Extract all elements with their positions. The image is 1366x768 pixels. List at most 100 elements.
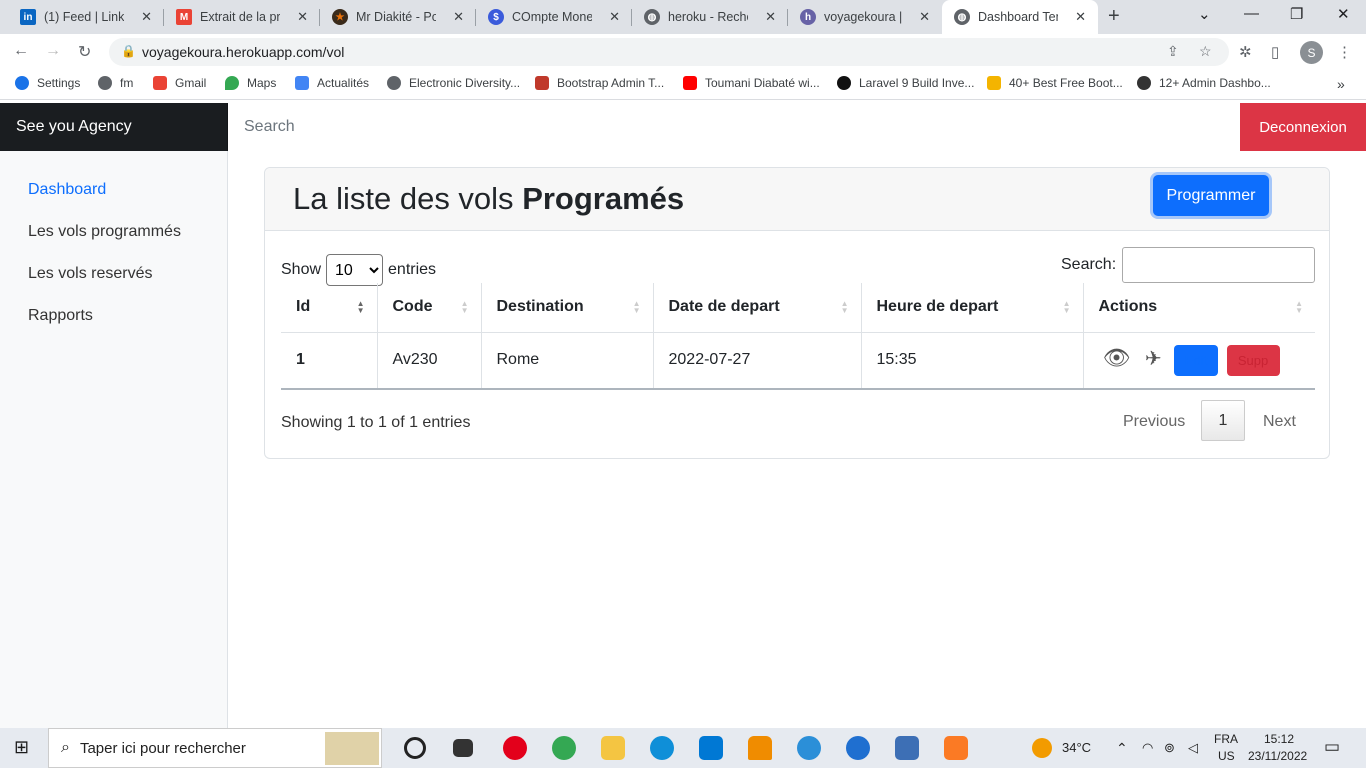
column-header-id[interactable]: Id ▲ ▼ bbox=[281, 283, 378, 333]
close-icon[interactable]: ✕ bbox=[919, 9, 930, 25]
column-header-destination[interactable]: Destination ▲ ▼ bbox=[481, 283, 654, 333]
bookmark-item[interactable]: Toumani Diabaté wi... bbox=[683, 76, 820, 90]
sidebar-item-scheduled-flights[interactable]: Les vols programmés bbox=[28, 223, 181, 241]
browser-tab[interactable]: $ COmpte Money ✕ bbox=[476, 0, 632, 34]
avatar-initial: S bbox=[1307, 45, 1316, 60]
table-search-input[interactable] bbox=[1122, 247, 1316, 283]
bookmark-item[interactable]: fm bbox=[98, 76, 133, 90]
close-icon[interactable]: ✕ bbox=[453, 9, 464, 25]
new-tab-icon[interactable]: + bbox=[1108, 5, 1120, 28]
schedule-flight-button[interactable]: Programmer bbox=[1153, 175, 1269, 216]
clock-time[interactable]: 15:12 bbox=[1264, 732, 1294, 746]
bookmark-item[interactable]: 12+ Admin Dashbo... bbox=[1137, 76, 1271, 90]
profile-avatar[interactable]: S bbox=[1300, 41, 1323, 64]
news-icon bbox=[295, 76, 309, 90]
reload-icon[interactable]: ↻ bbox=[78, 42, 91, 62]
close-icon[interactable]: ✕ bbox=[141, 9, 152, 25]
app-search-input[interactable] bbox=[228, 103, 1240, 151]
taskbar-search[interactable]: ⌕ Taper ici pour rechercher bbox=[48, 728, 382, 768]
page-length-select[interactable]: 10 bbox=[326, 254, 384, 286]
extensions-icon[interactable]: ✲ bbox=[1239, 43, 1252, 61]
lang-indicator[interactable]: FRA bbox=[1214, 732, 1238, 746]
network-icon[interactable]: ◠ bbox=[1142, 740, 1153, 756]
bookmark-item[interactable]: Actualités bbox=[295, 76, 369, 90]
close-icon[interactable]: ✕ bbox=[1075, 9, 1086, 25]
linkedin-icon: in bbox=[20, 9, 36, 25]
share-icon[interactable]: ⇪ bbox=[1167, 43, 1179, 60]
volume-icon[interactable]: ◁ bbox=[1188, 740, 1198, 756]
edit-button[interactable]: Edit bbox=[1174, 344, 1219, 376]
column-label: Id bbox=[296, 298, 311, 316]
brand-logo[interactable]: See you Agency bbox=[0, 103, 228, 151]
page-title-prefix: La liste des vols bbox=[293, 181, 514, 216]
window-close-icon[interactable]: ✕ bbox=[1337, 5, 1350, 23]
previous-page-button[interactable]: Previous bbox=[1123, 413, 1185, 431]
bookmark-item[interactable]: Electronic Diversity... bbox=[387, 76, 520, 90]
bookmark-star-icon[interactable]: ☆ bbox=[1199, 43, 1212, 60]
weather-sun-icon[interactable] bbox=[1032, 738, 1052, 758]
vlc-icon[interactable] bbox=[748, 736, 772, 760]
bookmark-item[interactable]: Maps bbox=[225, 76, 276, 90]
edge-beta-icon[interactable] bbox=[797, 736, 821, 760]
edge-dev-icon[interactable] bbox=[846, 736, 870, 760]
browser-tab-active[interactable]: ◍ Dashboard Template ✕ bbox=[942, 0, 1098, 34]
xampp-icon[interactable] bbox=[944, 736, 968, 760]
notifications-icon[interactable]: ▭ bbox=[1324, 737, 1340, 757]
bookmark-item[interactable]: Settings bbox=[15, 76, 80, 90]
windows-start-icon[interactable]: ⊞ bbox=[14, 737, 29, 758]
photos-icon[interactable] bbox=[895, 736, 919, 760]
address-bar[interactable]: 🔒 voyagekoura.herokuapp.com/vol ⇪ ☆ bbox=[109, 38, 1229, 66]
camera-icon[interactable]: ⊚ bbox=[1164, 740, 1175, 756]
bookmark-label: 12+ Admin Dashbo... bbox=[1159, 76, 1271, 90]
side-panel-icon[interactable]: ▯ bbox=[1271, 43, 1279, 61]
delete-button[interactable]: Supp bbox=[1226, 344, 1280, 376]
edge-icon[interactable] bbox=[650, 736, 674, 760]
money-icon: $ bbox=[488, 9, 504, 25]
browser-tab[interactable]: ◍ heroku - Recherche ✕ bbox=[632, 0, 788, 34]
url-text[interactable]: voyagekoura.herokuapp.com/vol bbox=[142, 44, 344, 60]
restore-icon[interactable]: ❐ bbox=[1290, 5, 1303, 23]
lang-layout[interactable]: US bbox=[1218, 749, 1235, 763]
lock-icon: 🔒 bbox=[121, 44, 136, 58]
logout-button[interactable]: Deconnexion bbox=[1240, 103, 1366, 151]
cortana-icon[interactable] bbox=[404, 737, 426, 759]
browser-tab[interactable]: h voyagekoura | Heroku ✕ bbox=[788, 0, 942, 34]
minimize-icon[interactable]: — bbox=[1244, 5, 1259, 22]
sidebar-item-booked-flights[interactable]: Les vols reservés bbox=[28, 265, 153, 283]
task-view-icon[interactable] bbox=[453, 739, 473, 757]
more-bookmarks-icon[interactable]: » bbox=[1337, 76, 1345, 92]
star-icon: ★ bbox=[332, 9, 348, 25]
bookmark-item[interactable]: Gmail bbox=[153, 76, 206, 90]
youtube-icon bbox=[683, 76, 697, 90]
page-number-button[interactable]: 1 bbox=[1201, 400, 1245, 441]
close-icon[interactable]: ✕ bbox=[609, 9, 620, 25]
back-icon[interactable]: ← bbox=[13, 42, 29, 60]
close-icon[interactable]: ✕ bbox=[297, 9, 308, 25]
browser-tab[interactable]: in (1) Feed | LinkedIn ✕ bbox=[8, 0, 164, 34]
clock-date[interactable]: 23/11/2022 bbox=[1248, 749, 1307, 763]
browser-tab[interactable]: ★ Mr Diakité - Portfolio ✕ bbox=[320, 0, 476, 34]
column-header-actions[interactable]: Actions ▲ ▼ bbox=[1083, 283, 1315, 333]
chrome-icon[interactable] bbox=[552, 736, 576, 760]
tray-chevron-icon[interactable]: ⌃ bbox=[1116, 740, 1128, 757]
close-icon[interactable]: ✕ bbox=[765, 9, 776, 25]
forward-icon[interactable]: → bbox=[45, 42, 61, 60]
weather-temp[interactable]: 34°C bbox=[1062, 740, 1091, 755]
tab-search-chevron-icon[interactable]: ⌄ bbox=[1198, 5, 1211, 23]
view-eye-icon[interactable]: 👁 bbox=[1103, 345, 1131, 370]
menu-icon[interactable]: ⋮ bbox=[1337, 43, 1352, 61]
bookmark-item[interactable]: Bootstrap Admin T... bbox=[535, 76, 664, 90]
bookmark-item[interactable]: 40+ Best Free Boot... bbox=[987, 76, 1123, 90]
book-plane-icon[interactable]: ✈ bbox=[1145, 348, 1162, 370]
column-header-time[interactable]: Heure de depart ▲ ▼ bbox=[861, 283, 1084, 333]
sidebar-item-reports[interactable]: Rapports bbox=[28, 307, 93, 325]
opera-icon[interactable] bbox=[503, 736, 527, 760]
file-explorer-icon[interactable] bbox=[601, 736, 625, 760]
column-header-date[interactable]: Date de depart ▲ ▼ bbox=[653, 283, 862, 333]
browser-tab[interactable]: M Extrait de la présentation ✕ bbox=[164, 0, 320, 34]
sidebar-item-dashboard[interactable]: Dashboard bbox=[28, 181, 106, 199]
bookmark-item[interactable]: Laravel 9 Build Inve... bbox=[837, 76, 974, 90]
vscode-icon[interactable] bbox=[699, 736, 723, 760]
column-header-code[interactable]: Code ▲ ▼ bbox=[377, 283, 482, 333]
next-page-button[interactable]: Next bbox=[1263, 413, 1296, 431]
